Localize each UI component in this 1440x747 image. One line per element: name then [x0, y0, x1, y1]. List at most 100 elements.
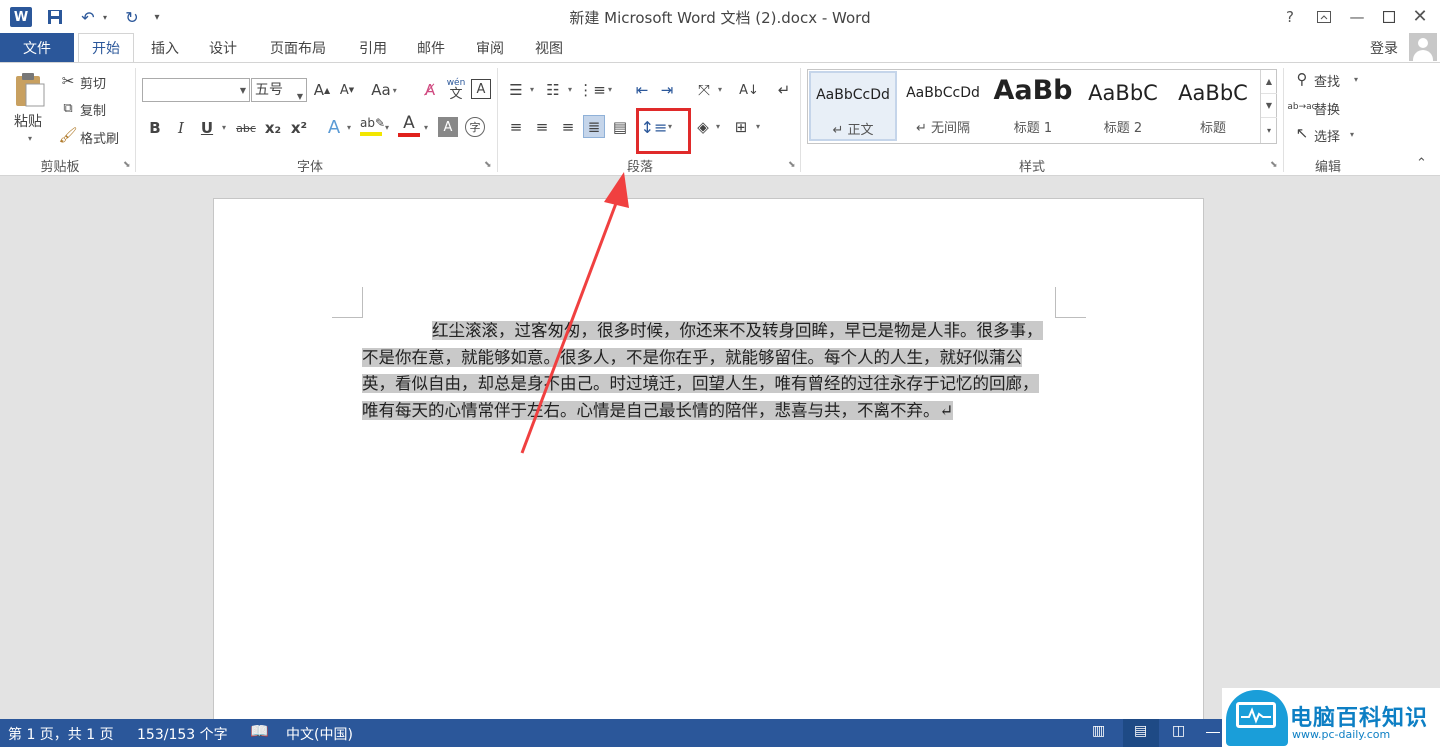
distributed-icon[interactable]: ▤ [610, 117, 630, 137]
read-mode-icon[interactable]: ▥ [1092, 723, 1105, 739]
style-normal[interactable]: AaBbCcDd ↵ 正文 [809, 71, 897, 141]
select-button[interactable]: 选择 [1314, 126, 1340, 145]
language-indicator[interactable]: 中文(中国) [286, 724, 353, 744]
subscript-button[interactable]: x₂ [263, 118, 283, 138]
bold-button[interactable]: B [146, 118, 164, 138]
tab-design[interactable]: 设计 [198, 33, 248, 62]
show-marks-icon[interactable]: ↵ [773, 79, 795, 101]
multilevel-dropdown-icon[interactable]: ▾ [608, 85, 612, 94]
tab-page-layout[interactable]: 页面布局 [258, 33, 338, 62]
tab-file[interactable]: 文件 [0, 33, 74, 62]
shrink-font-icon[interactable]: A ▼ [337, 80, 357, 100]
enclose-characters-icon[interactable]: 字 [465, 117, 485, 137]
print-layout-button[interactable]: ▤ [1123, 719, 1159, 747]
style-heading-2[interactable]: AaBbC 标题 2 [1079, 71, 1167, 141]
underline-button[interactable]: U [198, 118, 216, 138]
select-dropdown-icon[interactable]: ▾ [1350, 130, 1354, 139]
web-layout-icon[interactable]: ◫ [1172, 723, 1185, 739]
shading-icon[interactable]: ◈ [692, 116, 714, 138]
align-center-icon[interactable]: ≡ [532, 117, 552, 137]
copy-icon[interactable]: ⧉ [58, 99, 78, 117]
font-color-dropdown-icon[interactable]: ▾ [424, 123, 428, 132]
tab-view[interactable]: 视图 [524, 33, 574, 62]
clear-formatting-icon[interactable]: A̸ [420, 79, 440, 101]
align-right-icon[interactable]: ≡ [558, 117, 578, 137]
gallery-up-icon[interactable]: ▲ [1261, 70, 1277, 94]
word-app-icon[interactable]: W [10, 7, 32, 27]
paste-dropdown-icon[interactable]: ▾ [28, 134, 32, 143]
save-icon[interactable] [44, 6, 66, 28]
style-heading-1[interactable]: AaBb 标题 1 [989, 71, 1077, 141]
tab-insert[interactable]: 插入 [140, 33, 190, 62]
tab-references[interactable]: 引用 [348, 33, 398, 62]
format-painter-button[interactable]: 格式刷 [80, 128, 119, 147]
undo-dropdown-icon[interactable]: ▾ [100, 6, 110, 28]
phonetic-guide-icon[interactable]: wén 文 [446, 78, 466, 102]
highlight-dropdown-icon[interactable]: ▾ [385, 123, 389, 132]
avatar[interactable] [1409, 33, 1437, 61]
paste-icon[interactable] [12, 70, 50, 110]
character-border-icon[interactable]: A [471, 79, 491, 99]
character-shading-icon[interactable]: A [438, 117, 458, 137]
tab-mailings[interactable]: 邮件 [406, 33, 456, 62]
sign-in-link[interactable]: 登录 [1370, 38, 1398, 58]
styles-launcher-icon[interactable]: ⬊ [1270, 160, 1278, 170]
tab-home[interactable]: 开始 [78, 33, 134, 62]
font-color-icon[interactable]: A [398, 114, 420, 140]
style-no-spacing[interactable]: AaBbCcDd ↵ 无间隔 [899, 71, 987, 141]
chinese-layout-dropdown-icon[interactable]: ▾ [718, 85, 722, 94]
multilevel-list-icon[interactable]: ⋮≡ [578, 80, 606, 100]
gallery-down-icon[interactable]: ▼ [1261, 94, 1277, 118]
align-left-icon[interactable]: ≡ [506, 117, 526, 137]
find-icon[interactable]: ⚲ [1292, 70, 1312, 88]
font-launcher-icon[interactable]: ⬊ [484, 160, 492, 170]
underline-dropdown-icon[interactable]: ▾ [222, 123, 226, 132]
zoom-out-icon[interactable] [1206, 732, 1220, 733]
bullets-icon[interactable]: ☰ [506, 80, 526, 100]
paragraph-launcher-icon[interactable]: ⬊ [788, 160, 796, 170]
cut-icon[interactable]: ✂ [58, 72, 78, 90]
undo-icon[interactable]: ↶ [76, 6, 100, 28]
strikethrough-button[interactable]: abc [233, 118, 259, 138]
highlight-color-icon[interactable]: ab✎ [360, 116, 385, 140]
paste-button[interactable]: 粘贴 [14, 111, 42, 131]
change-case-icon[interactable]: Aa ▾ [370, 80, 398, 100]
grow-font-icon[interactable]: A ▲ [312, 80, 332, 100]
borders-icon[interactable]: ⊞ [730, 116, 752, 138]
font-size-combobox[interactable]: 五号 ▼ [251, 78, 307, 102]
bullets-dropdown-icon[interactable]: ▾ [530, 85, 534, 94]
cut-button[interactable]: 剪切 [80, 73, 106, 92]
increase-indent-icon[interactable]: ⇥ [657, 80, 677, 100]
text-effects-dropdown-icon[interactable]: ▾ [347, 123, 351, 132]
text-effects-icon[interactable]: A [323, 116, 345, 138]
vertical-scrollbar[interactable] [1424, 176, 1440, 720]
replace-icon[interactable]: ab→ac [1287, 98, 1316, 116]
italic-button[interactable]: I [172, 118, 190, 138]
document-page[interactable] [213, 198, 1204, 728]
word-count[interactable]: 153/153 个字 [137, 724, 228, 744]
customize-qat-icon[interactable]: ▾ [150, 6, 164, 28]
borders-dropdown-icon[interactable]: ▾ [756, 122, 760, 131]
numbering-icon[interactable]: ☷ [543, 80, 563, 100]
copy-button[interactable]: 复制 [80, 100, 106, 119]
shading-dropdown-icon[interactable]: ▾ [716, 122, 720, 131]
font-name-combobox[interactable]: ▼ [142, 78, 250, 102]
collapse-ribbon-icon[interactable]: ⌃ [1416, 156, 1427, 171]
gallery-more-icon[interactable]: ▾ [1261, 118, 1277, 142]
find-button[interactable]: 查找 [1314, 71, 1340, 90]
chinese-layout-icon[interactable]: ⤧ [692, 79, 716, 101]
decrease-indent-icon[interactable]: ⇤ [632, 80, 652, 100]
clipboard-launcher-icon[interactable]: ⬊ [123, 160, 131, 170]
select-icon[interactable]: ↖ [1292, 124, 1312, 142]
redo-icon[interactable]: ↻ [120, 6, 144, 28]
find-dropdown-icon[interactable]: ▾ [1354, 75, 1358, 84]
page-count[interactable]: 第 1 页，共 1 页 [8, 724, 114, 744]
tab-review[interactable]: 审阅 [465, 33, 515, 62]
justify-icon[interactable]: ≣ [583, 115, 605, 138]
numbering-dropdown-icon[interactable]: ▾ [568, 85, 572, 94]
superscript-button[interactable]: x² [289, 118, 309, 138]
sort-icon[interactable]: A↓ [738, 79, 760, 101]
document-body[interactable]: 红尘滚滚，过客匆匆，很多时候，你还来不及转身回眸，早已是物是人非。很多事， 不是… [362, 318, 1056, 424]
close-icon[interactable]: ✕ [1398, 0, 1440, 33]
proofing-icon[interactable]: 📖 [250, 722, 269, 740]
